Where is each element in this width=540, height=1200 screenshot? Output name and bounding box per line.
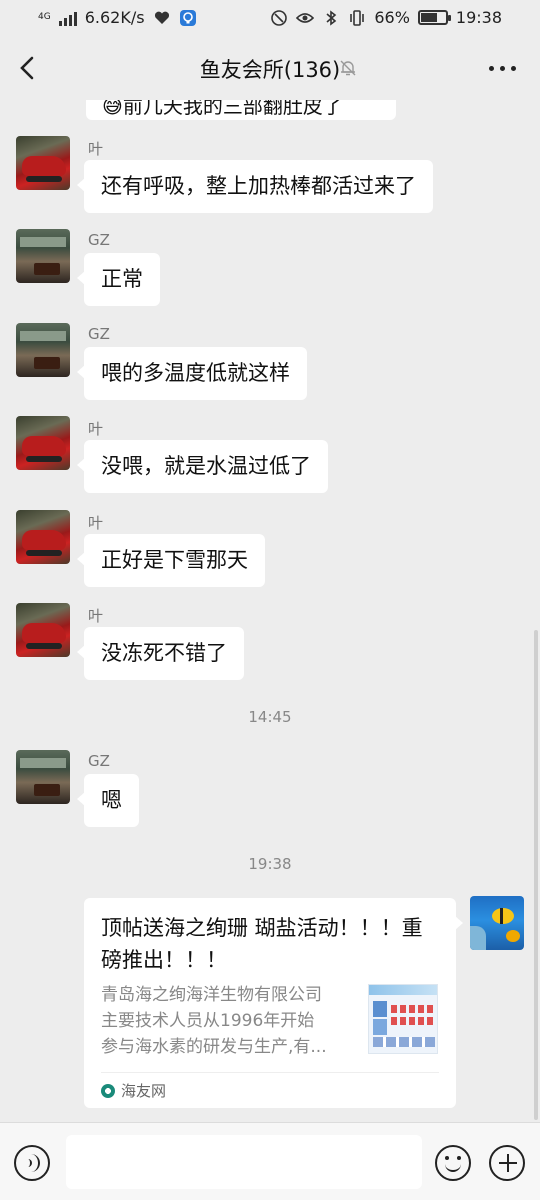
battery-percent: 66% — [374, 8, 410, 27]
input-bar — [0, 1122, 540, 1200]
message-input[interactable] — [66, 1135, 422, 1189]
avatar[interactable] — [16, 510, 70, 564]
chat-header: 鱼友会所(136) — [0, 36, 540, 100]
heart-icon — [154, 11, 169, 24]
voice-input-button[interactable] — [14, 1145, 50, 1181]
link-card-source: 海友网 — [101, 1080, 166, 1101]
avatar[interactable] — [16, 750, 70, 804]
message-bubble[interactable]: 喂的多温度低就这样 — [77, 347, 307, 400]
bluetooth-icon — [326, 9, 337, 26]
link-card[interactable]: 顶帖送海之绚珊 瑚盐活动！！！重磅推出！！！ 青岛海之绚海洋生物有限公司 主要技… — [84, 898, 463, 1108]
message-bubble[interactable]: 正好是下雪那天 — [77, 534, 265, 587]
partial-message-bubble[interactable]: 😅前几天我的三部翻肚皮了 — [86, 100, 396, 120]
battery-icon — [417, 10, 451, 25]
source-logo-icon — [101, 1083, 115, 1098]
link-card-desc-line: 参与海水素的研发与生产,有... — [101, 1037, 327, 1057]
net-speed: 6.62K/s — [84, 8, 145, 27]
sender-name: GZ — [88, 231, 110, 249]
message-bubble[interactable]: 嗯 — [77, 774, 139, 827]
do-not-disturb-icon — [271, 9, 288, 26]
avatar[interactable] — [16, 136, 70, 190]
link-card-description: 青岛海之绚海洋生物有限公司 主要技术人员从1996年开始 参与海水素的研发与生产… — [101, 982, 356, 1060]
message-bubble[interactable]: 没喂，就是水温过低了 — [77, 440, 328, 493]
message-bubble[interactable]: 没冻死不错了 — [77, 627, 244, 680]
own-avatar[interactable] — [470, 896, 524, 950]
signal-icon — [58, 10, 77, 26]
scrollbar[interactable] — [534, 630, 538, 1120]
vibrate-icon — [350, 9, 365, 26]
avatar[interactable] — [16, 323, 70, 377]
eye-icon — [296, 12, 315, 23]
chat-area[interactable]: 😅前几天我的三部翻肚皮了 叶凡 还有呼吸，整上加热棒都活过来了 GZ 正常 GZ… — [0, 100, 540, 1122]
mute-bell-icon — [340, 60, 356, 76]
more-functions-button[interactable] — [489, 1145, 525, 1181]
emoji-button[interactable] — [435, 1145, 471, 1181]
sender-name: GZ — [88, 325, 110, 343]
network-type: 4G — [38, 12, 51, 22]
message-bubble[interactable]: 还有呼吸，整上加热棒都活过来了 — [77, 160, 433, 213]
app-notification-icon — [179, 9, 196, 26]
divider — [101, 1072, 439, 1073]
message-bubble[interactable]: 正常 — [77, 253, 160, 306]
status-bar: 4G 6.62K/s 66% 19:38 — [0, 0, 540, 36]
avatar[interactable] — [16, 229, 70, 283]
link-card-thumbnail — [368, 984, 438, 1054]
sender-name: GZ — [88, 752, 110, 770]
timestamp: 19:38 — [248, 855, 292, 873]
chat-title: 鱼友会所(136) — [199, 58, 341, 82]
more-options-button[interactable] — [489, 66, 516, 71]
link-card-desc-line: 主要技术人员从1996年开始 — [101, 1011, 315, 1031]
avatar[interactable] — [16, 603, 70, 657]
source-name: 海友网 — [121, 1082, 167, 1100]
link-card-title: 顶帖送海之绚珊 瑚盐活动！！！重磅推出！！！ — [101, 916, 423, 972]
avatar[interactable] — [16, 416, 70, 470]
timestamp: 14:45 — [248, 708, 292, 726]
link-card-desc-line: 青岛海之绚海洋生物有限公司 — [101, 985, 322, 1005]
clock: 19:38 — [455, 8, 502, 27]
